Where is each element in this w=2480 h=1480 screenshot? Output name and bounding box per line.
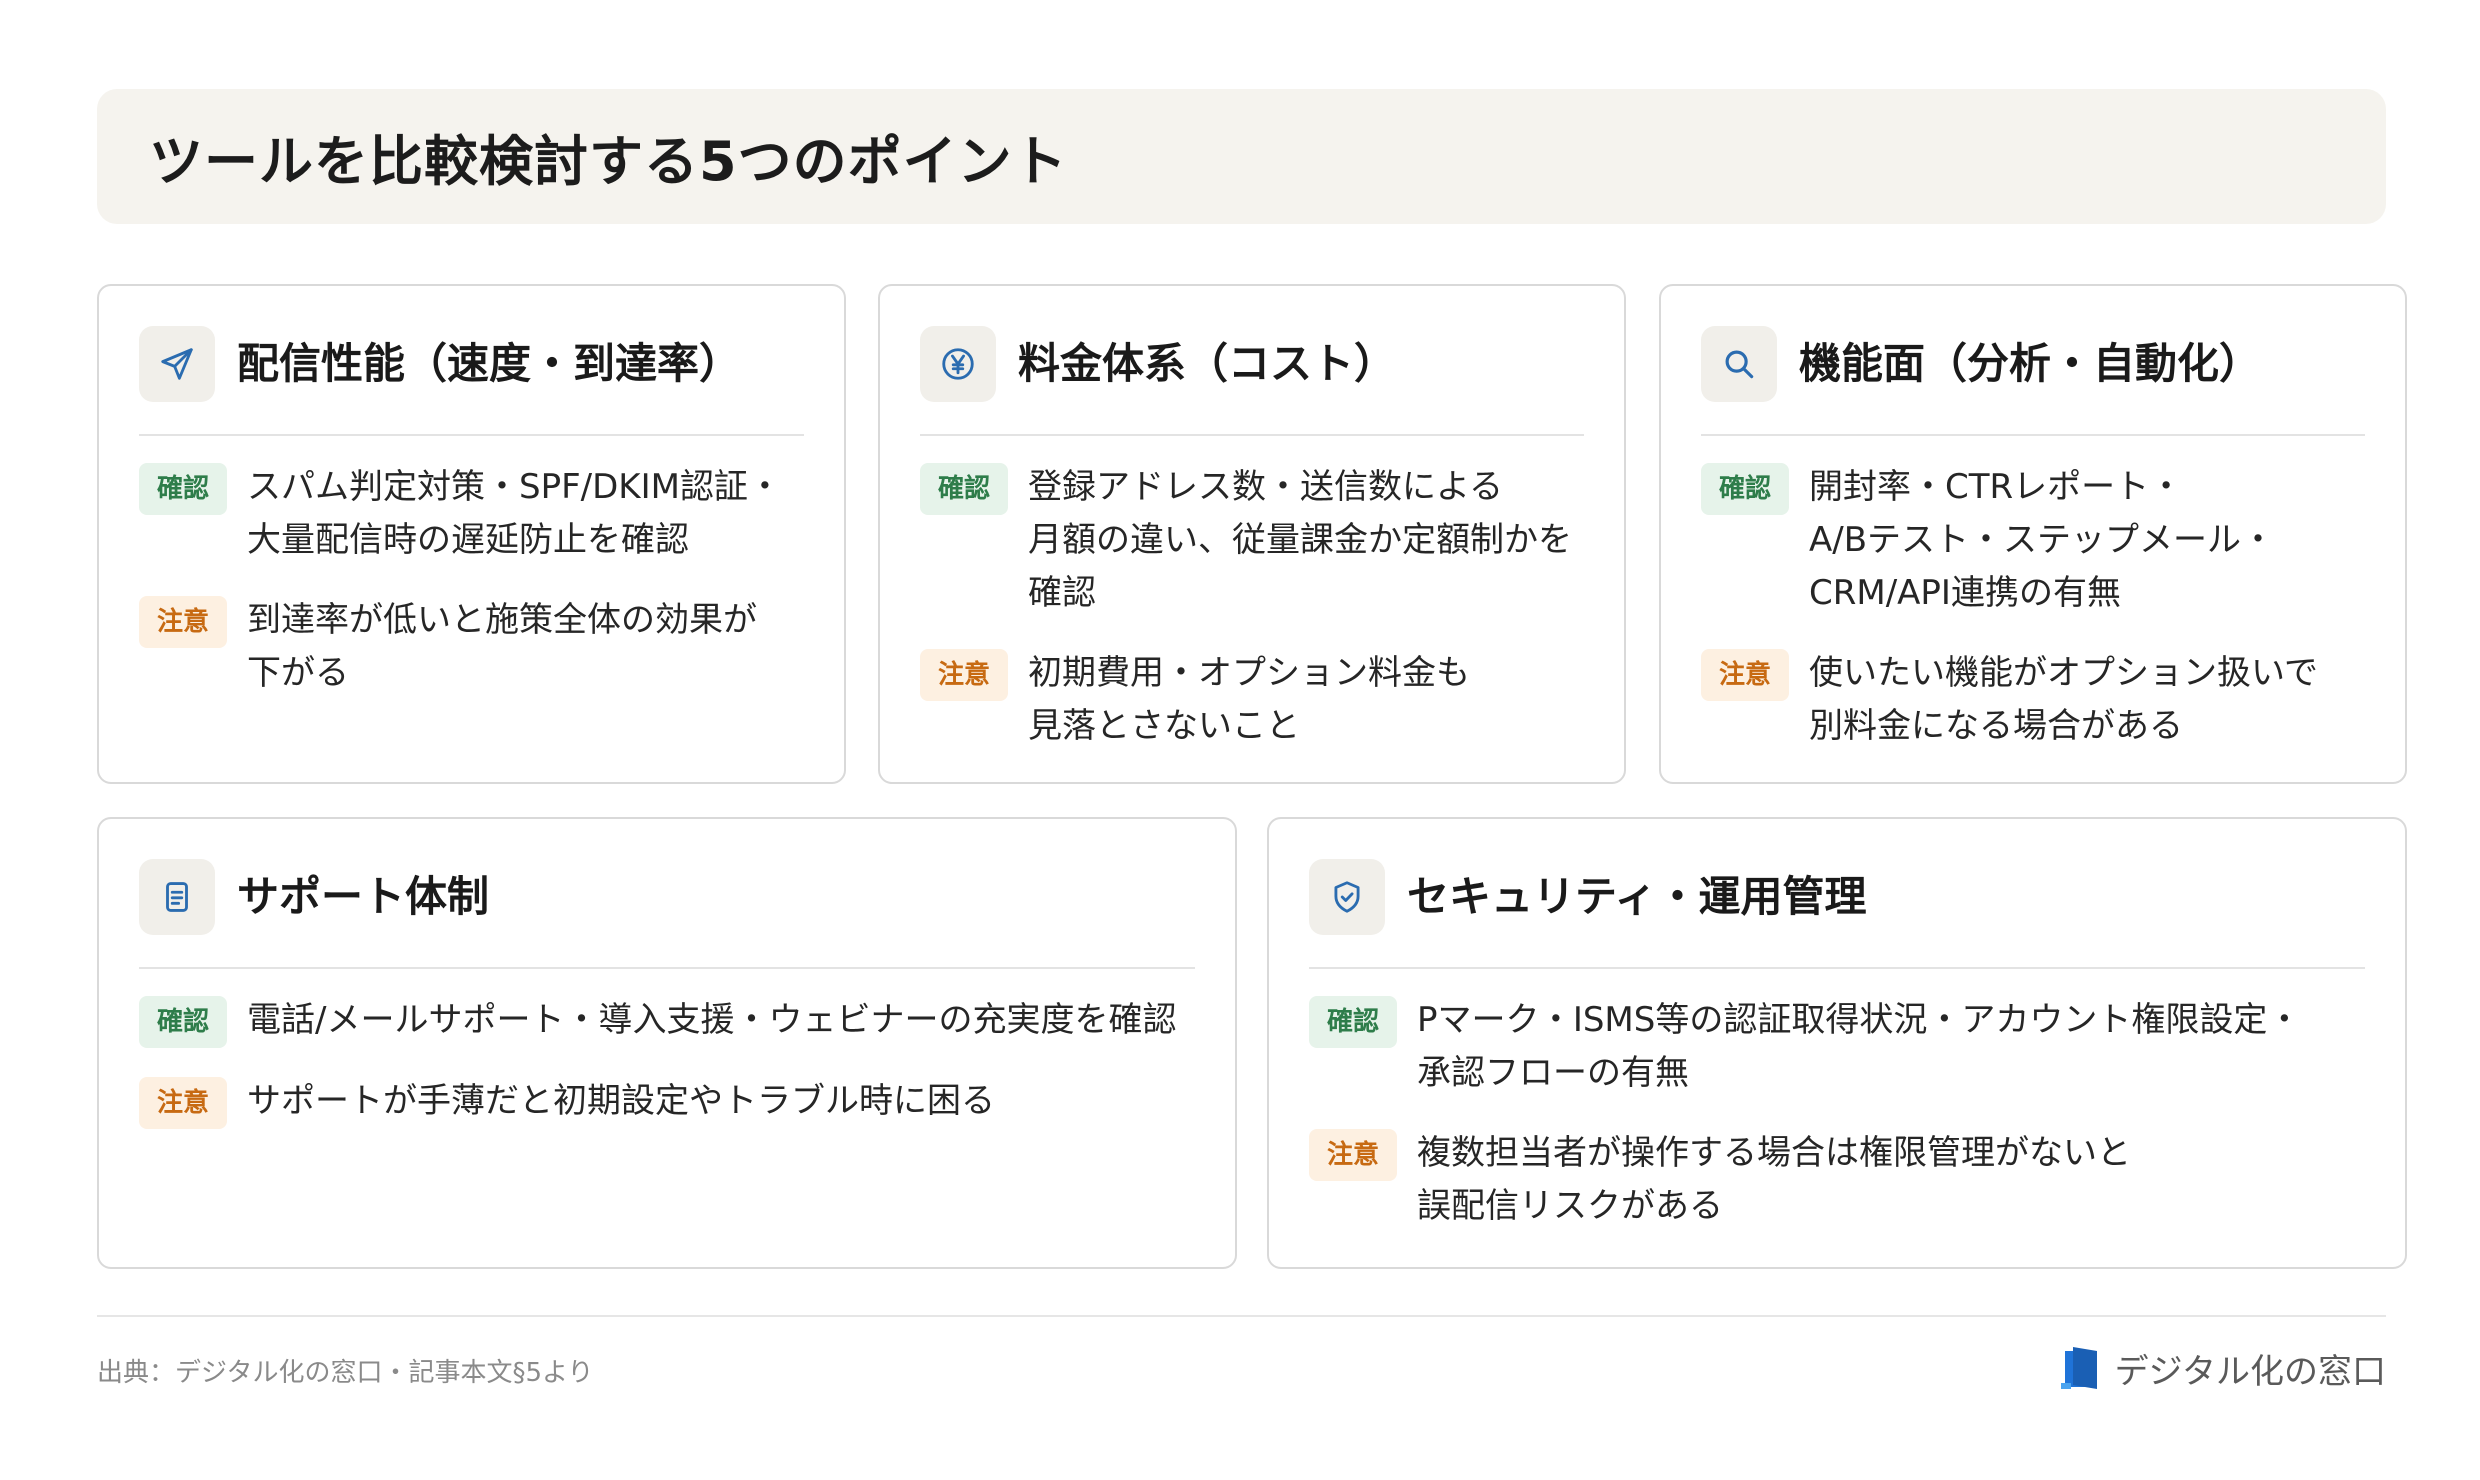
card-header: 配信性能（速度・到達率） bbox=[139, 326, 804, 436]
check-text: Pマーク・ISMS等の認証取得状況・アカウント権限設定・ 承認フローの有無 bbox=[1417, 1000, 2302, 1093]
caution-row: 注意 初期費用・オプション料金も 見落とさないこと bbox=[920, 647, 1588, 753]
caution-badge: 注意 bbox=[139, 596, 227, 648]
check-row: 確認 電話/メールサポート・導入支援・ウェビナーの充実度を確認 bbox=[139, 994, 1199, 1048]
card-delivery-performance: 配信性能（速度・到達率） 確認 スパム判定対策・SPF/DKIM認証・ 大量配信… bbox=[97, 284, 846, 784]
page-title: ツールを比較検討する5つのポイント bbox=[149, 130, 1068, 193]
caution-row: 注意 到達率が低いと施策全体の効果が 下がる bbox=[139, 594, 808, 700]
send-icon bbox=[139, 326, 215, 402]
caution-row: 注意 使いたい機能がオプション扱いで 別料金になる場合がある bbox=[1701, 647, 2369, 753]
card-header: サポート体制 bbox=[139, 859, 1195, 969]
card-title: 料金体系（コスト） bbox=[1018, 339, 1397, 388]
caution-text: 使いたい機能がオプション扱いで 別料金になる場合がある bbox=[1809, 653, 2318, 746]
check-row: 確認 スパム判定対策・SPF/DKIM認証・ 大量配信時の遅延防止を確認 bbox=[139, 461, 808, 567]
check-badge: 確認 bbox=[920, 463, 1008, 515]
footer-divider bbox=[97, 1315, 2386, 1317]
caution-badge: 注意 bbox=[139, 1077, 227, 1129]
caution-text: 到達率が低いと施策全体の効果が 下がる bbox=[247, 600, 757, 693]
card-title: サポート体制 bbox=[237, 872, 490, 921]
check-text: 開封率・CTRレポート・ A/Bテスト・ステップメール・ CRM/API連携の有… bbox=[1809, 467, 2276, 613]
caution-row: 注意 サポートが手薄だと初期設定やトラブル時に困る bbox=[139, 1075, 1199, 1129]
check-badge: 確認 bbox=[1309, 996, 1397, 1048]
caution-badge: 注意 bbox=[1701, 649, 1789, 701]
check-text: スパム判定対策・SPF/DKIM認証・ 大量配信時の遅延防止を確認 bbox=[247, 467, 782, 560]
caution-badge: 注意 bbox=[920, 649, 1008, 701]
document-icon bbox=[139, 859, 215, 935]
card-features: 機能面（分析・自動化） 確認 開封率・CTRレポート・ A/Bテスト・ステップメ… bbox=[1659, 284, 2407, 784]
caution-badge: 注意 bbox=[1309, 1129, 1397, 1181]
footer-source: 出典：デジタル化の窓口・記事本文§5より bbox=[97, 1358, 594, 1388]
shield-check-icon bbox=[1309, 859, 1385, 935]
card-header: 機能面（分析・自動化） bbox=[1701, 326, 2365, 436]
card-header: 料金体系（コスト） bbox=[920, 326, 1584, 436]
door-logo-icon bbox=[2060, 1347, 2097, 1389]
caution-text: 複数担当者が操作する場合は権限管理がないと 誤配信リスクがある bbox=[1417, 1133, 2131, 1226]
card-header: セキュリティ・運用管理 bbox=[1309, 859, 2365, 969]
check-row: 確認 Pマーク・ISMS等の認証取得状況・アカウント権限設定・ 承認フローの有無 bbox=[1309, 994, 2369, 1100]
card-pricing: 料金体系（コスト） 確認 登録アドレス数・送信数による 月額の違い、従量課金か定… bbox=[878, 284, 1626, 784]
check-text: 電話/メールサポート・導入支援・ウェビナーの充実度を確認 bbox=[247, 1000, 1177, 1040]
card-title: 配信性能（速度・到達率） bbox=[237, 339, 742, 388]
search-icon bbox=[1701, 326, 1777, 402]
check-text: 登録アドレス数・送信数による 月額の違い、従量課金か定額制かを 確認 bbox=[1028, 467, 1572, 613]
caution-text: サポートが手薄だと初期設定やトラブル時に困る bbox=[247, 1081, 995, 1121]
check-badge: 確認 bbox=[139, 996, 227, 1048]
card-support: サポート体制 確認 電話/メールサポート・導入支援・ウェビナーの充実度を確認 注… bbox=[97, 817, 1237, 1269]
title-bar: ツールを比較検討する5つのポイント bbox=[97, 89, 2386, 224]
footer-brand: デジタル化の窓口 bbox=[2060, 1343, 2386, 1393]
caution-row: 注意 複数担当者が操作する場合は権限管理がないと 誤配信リスクがある bbox=[1309, 1127, 2369, 1233]
brand-name: デジタル化の窓口 bbox=[2114, 1351, 2386, 1392]
check-row: 確認 登録アドレス数・送信数による 月額の違い、従量課金か定額制かを 確認 bbox=[920, 461, 1588, 620]
check-badge: 確認 bbox=[1701, 463, 1789, 515]
yen-coin-icon bbox=[920, 326, 996, 402]
check-badge: 確認 bbox=[139, 463, 227, 515]
caution-text: 初期費用・オプション料金も 見落とさないこと bbox=[1028, 653, 1470, 746]
card-security: セキュリティ・運用管理 確認 Pマーク・ISMS等の認証取得状況・アカウント権限… bbox=[1267, 817, 2407, 1269]
card-title: セキュリティ・運用管理 bbox=[1407, 872, 1867, 921]
check-row: 確認 開封率・CTRレポート・ A/Bテスト・ステップメール・ CRM/API連… bbox=[1701, 461, 2369, 620]
card-title: 機能面（分析・自動化） bbox=[1799, 339, 2262, 388]
